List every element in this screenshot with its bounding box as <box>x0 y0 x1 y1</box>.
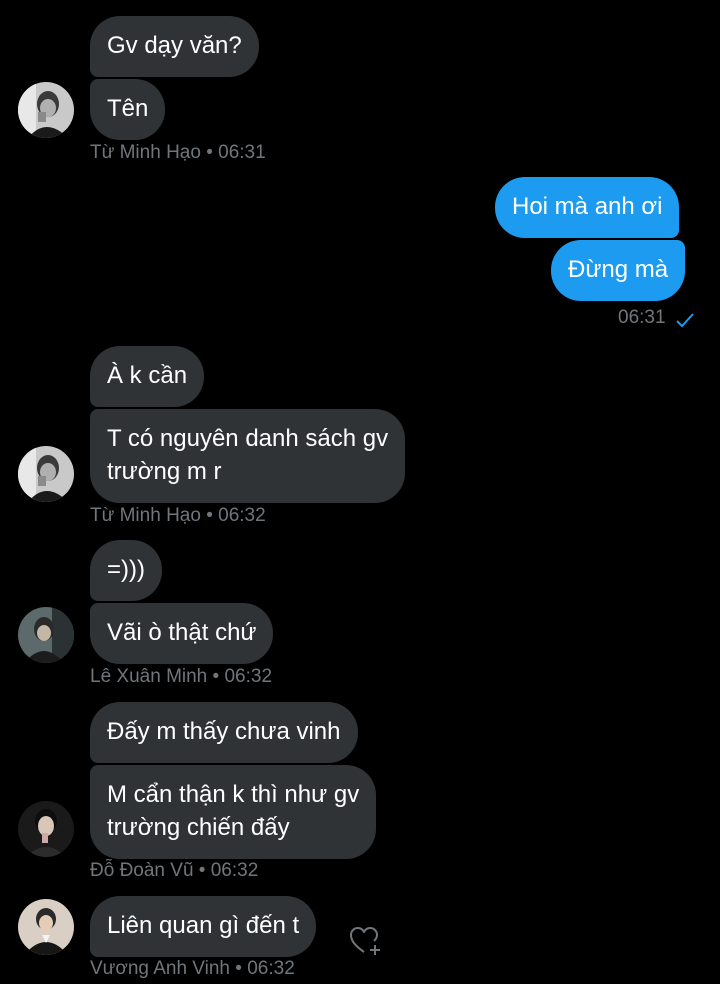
message-text: À k cần <box>107 362 188 389</box>
message-meta: 06:31 <box>618 307 666 329</box>
avatar[interactable] <box>18 899 74 955</box>
message-bubble[interactable]: Tên <box>90 79 166 140</box>
meta-separator: • <box>206 505 213 526</box>
message-time: 06:32 <box>247 958 295 979</box>
avatar[interactable] <box>18 607 74 663</box>
message-bubble[interactable]: Vãi ò thật chứ <box>90 603 274 664</box>
message-text: Hoi mà anh ơi <box>512 193 663 220</box>
message-time: 06:31 <box>218 142 266 163</box>
message-text-line: trường m r <box>107 458 222 485</box>
message-bubble[interactable]: Gv dạy văn? <box>90 16 259 77</box>
message-time: 06:32 <box>224 666 273 687</box>
sender-name[interactable]: Đỗ Đoàn Vũ <box>90 860 194 881</box>
message-meta: Từ Minh Hạo • 06:32 <box>90 505 266 527</box>
message-text: Tên <box>107 95 149 122</box>
message-text: Đừng mà <box>568 256 669 283</box>
message-bubble[interactable]: =))) <box>90 540 162 601</box>
message-bubble[interactable]: M cẩn thận k thì như gv trường chiến đấy <box>90 765 377 859</box>
message-bubble[interactable]: À k cần <box>90 346 205 407</box>
message-time: 06:32 <box>210 860 259 881</box>
message-text: =))) <box>107 556 145 583</box>
sender-name[interactable]: Vương Anh Vinh <box>90 958 230 979</box>
avatar[interactable] <box>18 801 74 857</box>
message-meta: Lê Xuân Minh • 06:32 <box>90 666 272 688</box>
message-bubble[interactable]: Đừng mà <box>551 240 686 301</box>
avatar[interactable] <box>18 446 74 502</box>
message-time: 06:31 <box>618 307 666 328</box>
message-text: Liên quan gì đến t <box>107 912 300 939</box>
message-meta: Đỗ Đoàn Vũ • 06:32 <box>90 860 258 882</box>
message-bubble[interactable]: Liên quan gì đến t <box>90 896 317 957</box>
meta-separator: • <box>198 860 206 881</box>
message-bubble[interactable]: T có nguyên danh sách gv trường m r <box>90 409 406 503</box>
message-meta: Từ Minh Hạo • 06:31 <box>90 142 266 164</box>
meta-separator: • <box>212 666 220 687</box>
avatar[interactable] <box>18 82 74 138</box>
meta-separator: • <box>206 142 213 163</box>
meta-separator: • <box>235 958 242 979</box>
message-time: 06:32 <box>218 505 266 526</box>
heart-plus-icon[interactable] <box>350 926 384 956</box>
message-bubble[interactable]: Hoi mà anh ơi <box>495 177 680 238</box>
sender-name[interactable]: Từ Minh Hạo <box>90 142 201 163</box>
message-text-line: T có nguyên danh sách gv <box>107 425 389 452</box>
message-text-line: trường chiến đấy <box>107 814 290 841</box>
message-text: Đấy m thấy chưa vinh <box>107 718 341 745</box>
sender-name[interactable]: Từ Minh Hạo <box>90 505 201 526</box>
sender-name[interactable]: Lê Xuân Minh <box>90 666 207 687</box>
message-text-line: M cẩn thận k thì như gv <box>107 781 360 808</box>
message-meta: Vương Anh Vinh • 06:32 <box>90 958 295 980</box>
message-bubble[interactable]: Đấy m thấy chưa vinh <box>90 702 358 763</box>
check-icon <box>676 313 694 328</box>
message-text: Vãi ò thật chứ <box>107 619 257 646</box>
message-text: Gv dạy văn? <box>107 32 242 59</box>
